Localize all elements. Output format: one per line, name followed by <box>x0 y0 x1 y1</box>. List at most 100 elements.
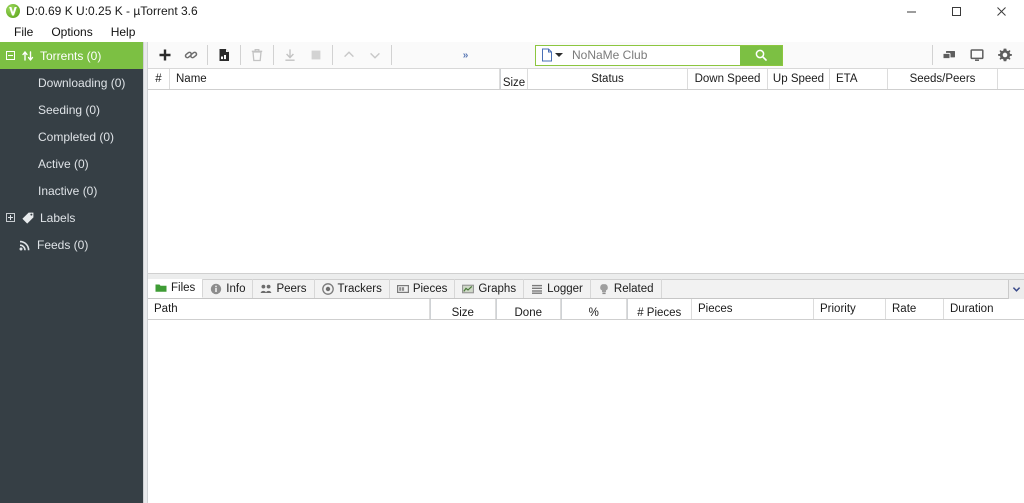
tab-related[interactable]: Related <box>591 279 662 298</box>
files-list-body[interactable] <box>148 320 1024 503</box>
column-header-down-speed[interactable]: Down Speed <box>688 69 768 89</box>
menu-item-file[interactable]: File <box>6 23 41 41</box>
start-torrent-button[interactable] <box>277 42 303 68</box>
sidebar-item-label: Active (0) <box>38 156 89 171</box>
search-input[interactable] <box>570 45 740 65</box>
toolbar-right-buttons <box>936 42 1024 68</box>
toolbar-separator <box>391 45 392 65</box>
sidebar-item-label: Labels <box>40 210 76 225</box>
column-header-num-pieces[interactable]: # Pieces <box>626 299 692 319</box>
column-header-name[interactable]: Name <box>170 69 500 89</box>
move-up-button[interactable] <box>336 42 362 68</box>
tab-label: Pieces <box>412 282 448 295</box>
torrent-list-body[interactable] <box>148 90 1024 273</box>
pieces-icon <box>396 283 409 295</box>
search-button[interactable] <box>740 45 782 65</box>
tab-label: Info <box>226 282 246 295</box>
maximize-icon[interactable] <box>934 0 979 22</box>
column-header-filler <box>998 69 1024 89</box>
chevron-down-icon <box>1012 287 1021 292</box>
column-header-size[interactable]: Size <box>500 69 528 89</box>
sidebar-item-active[interactable]: Active (0) <box>0 150 147 177</box>
tab-pieces[interactable]: Pieces <box>390 279 456 298</box>
sidebar-item-inactive[interactable]: Inactive (0) <box>0 177 147 204</box>
tab-label: Peers <box>276 282 307 295</box>
search-box[interactable] <box>535 44 783 66</box>
expander-plus-icon[interactable] <box>6 213 15 222</box>
toolbar-overflow-button[interactable]: » <box>395 50 535 61</box>
column-header-percent[interactable]: % <box>561 299 627 319</box>
torrent-list-header: # Name Size Status Down Speed Up Speed E… <box>148 69 1024 90</box>
search-icon <box>755 49 767 61</box>
sidebar-item-feeds[interactable]: Feeds (0) <box>0 231 147 258</box>
column-header-size[interactable]: Size <box>430 299 496 319</box>
sidebar-item-torrents[interactable]: Torrents (0) <box>0 42 147 69</box>
column-header-priority[interactable]: Priority <box>814 299 886 319</box>
sidebar-item-label: Completed (0) <box>38 129 115 144</box>
folder-icon <box>155 282 167 294</box>
minimize-icon[interactable] <box>889 0 934 22</box>
column-header-pieces[interactable]: Pieces <box>692 299 814 319</box>
rss-icon <box>17 237 32 252</box>
tab-peers[interactable]: Peers <box>253 279 315 298</box>
graph-icon <box>462 283 475 295</box>
menu-item-help[interactable]: Help <box>103 23 144 41</box>
devices-icon <box>942 51 955 60</box>
column-header-rate[interactable]: Rate <box>886 299 944 319</box>
sidebar-item-labels[interactable]: Labels <box>0 204 147 231</box>
column-header-done[interactable]: Done <box>495 299 561 319</box>
column-header-status[interactable]: Status <box>528 69 688 89</box>
column-header-up-speed[interactable]: Up Speed <box>768 69 830 89</box>
create-torrent-button[interactable] <box>211 42 237 68</box>
play-on-device-button[interactable] <box>964 42 990 68</box>
peers-icon <box>260 283 272 295</box>
remote-devices-button[interactable] <box>936 42 962 68</box>
monitor-icon <box>970 49 984 61</box>
column-header-seeds-peers[interactable]: Seeds/Peers <box>888 69 998 89</box>
tab-files[interactable]: Files <box>148 279 204 298</box>
preferences-button[interactable] <box>992 42 1018 68</box>
torrent-file-icon <box>542 48 552 62</box>
add-torrent-button[interactable] <box>152 42 178 68</box>
window-controls <box>889 0 1024 22</box>
main-body: Torrents (0) Downloading (0) Seeding (0)… <box>0 42 1024 503</box>
column-header-eta[interactable]: ETA <box>830 69 888 89</box>
expander-minus-icon[interactable] <box>6 51 15 60</box>
sidebar-item-completed[interactable]: Completed (0) <box>0 123 147 150</box>
move-down-button[interactable] <box>362 42 388 68</box>
gear-icon <box>998 48 1012 62</box>
column-header-path[interactable]: Path <box>148 299 430 319</box>
bulb-icon <box>598 283 610 295</box>
title-bar-left: D:0.69 K U:0.25 K - µTorrent 3.6 <box>0 4 198 18</box>
remove-torrent-button[interactable] <box>244 42 270 68</box>
add-torrent-from-url-button[interactable] <box>178 42 204 68</box>
column-header-index[interactable]: # <box>148 69 170 89</box>
sidebar-item-label: Downloading (0) <box>38 75 126 90</box>
sidebar-item-downloading[interactable]: Downloading (0) <box>0 69 147 96</box>
sidebar-item-seeding[interactable]: Seeding (0) <box>0 96 147 123</box>
tab-logger[interactable]: Logger <box>524 279 591 298</box>
toolbar-separator <box>240 45 241 65</box>
tab-overflow-button[interactable] <box>1008 280 1024 299</box>
tab-trackers[interactable]: Trackers <box>315 279 390 298</box>
tab-label: Related <box>613 282 654 295</box>
utorrent-logo-icon <box>6 4 20 18</box>
tab-info[interactable]: Info <box>203 279 254 298</box>
chevron-down-icon[interactable] <box>555 53 563 57</box>
content-pane: » NoNaMe Club # Name Size Status Down Sp… <box>147 42 1024 503</box>
column-header-duration[interactable]: Duration <box>944 299 1024 319</box>
close-icon[interactable] <box>979 0 1024 22</box>
sidebar-item-label: Inactive (0) <box>38 183 98 198</box>
sidebar-splitter[interactable] <box>143 42 147 503</box>
utorrent-window: D:0.69 K U:0.25 K - µTorrent 3.6 File Op… <box>0 0 1024 503</box>
sidebar-item-label: Torrents (0) <box>40 48 102 63</box>
tab-label: Logger <box>547 282 583 295</box>
search-engine-selector[interactable] <box>536 46 570 65</box>
target-icon <box>321 282 334 295</box>
detail-tab-strip: Files Info Peers Trackers Pieces Graphs … <box>148 279 1024 299</box>
toolbar-separator <box>332 45 333 65</box>
menu-item-options[interactable]: Options <box>43 23 100 41</box>
window-title: D:0.69 K U:0.25 K - µTorrent 3.6 <box>26 4 198 18</box>
tab-graphs[interactable]: Graphs <box>455 279 525 298</box>
stop-torrent-button[interactable] <box>303 42 329 68</box>
